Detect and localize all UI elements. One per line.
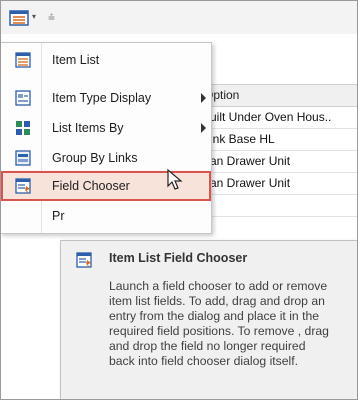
table-row[interactable]: Pan Drawer Unit [198,151,358,173]
item-grid: Option Built Under Oven Hous.. Sink Base… [198,84,358,217]
menu-item-item-list[interactable]: Item List [1,45,211,75]
menu-item-label: List Items By [52,121,124,135]
menu-item-list-items-by[interactable]: List Items By [1,113,211,143]
chevron-down-icon[interactable]: ▾ [32,12,42,22]
quick-access-toolbar: ▾ ⩮ [0,0,358,34]
menu-item-partial[interactable]: Pr [1,201,211,231]
submenu-arrow-icon [201,123,206,133]
menu-item-label: Item Type Display [52,91,152,105]
dropdown-menu: Item List Item Type Display List Items B… [0,42,212,234]
tooltip-body: Launch a field chooser to add or remove … [109,279,329,368]
menu-item-label: Field Chooser [52,179,130,193]
field-chooser-icon [76,252,92,268]
tooltip-field-chooser: Item List Field Chooser Launch a field c… [60,240,358,400]
grid-header-option[interactable]: Option [198,84,358,107]
menu-item-label: Item List [52,53,100,67]
menu-item-label: Pr [52,209,65,223]
customize-toolbar-icon[interactable]: ⩮ [48,10,58,24]
table-row[interactable]: Pan Drawer Unit [198,173,358,195]
submenu-arrow-icon [201,93,206,103]
tooltip-title: Item List Field Chooser [109,251,248,265]
table-row[interactable]: Built Under Oven Hous.. [198,107,358,129]
item-list-icon[interactable] [9,10,29,26]
menu-item-item-type-display[interactable]: Item Type Display [1,83,211,113]
table-row[interactable]: Sink Base HL [198,129,358,151]
field-chooser-icon [15,178,31,194]
table-row[interactable]: ... [198,195,358,217]
item-list-icon [15,52,31,68]
mouse-pointer-icon [164,168,188,192]
menu-item-label: Group By Links [52,151,138,165]
list-items-by-icon [15,120,31,136]
item-type-display-icon [15,90,31,106]
group-by-links-icon [15,150,31,166]
